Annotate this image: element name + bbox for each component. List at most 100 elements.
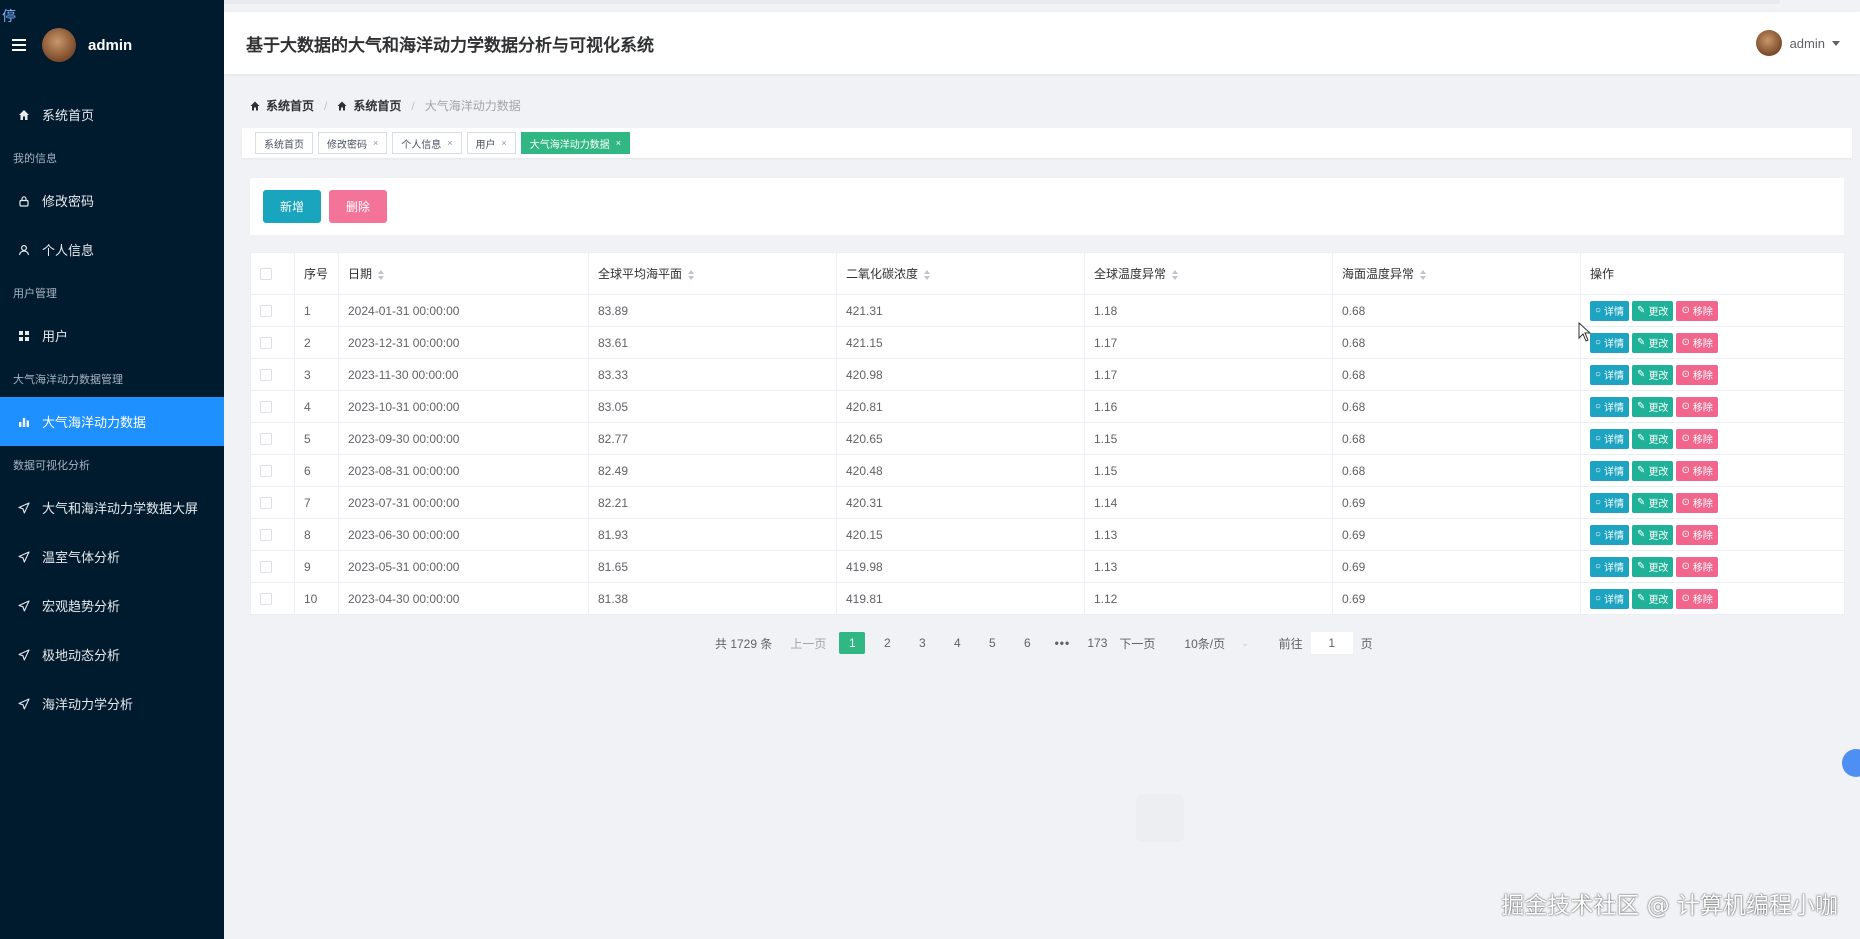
detail-button[interactable]: ○ 详情 [1590,588,1630,609]
page-number[interactable]: 1 [839,632,866,654]
prev-page-button[interactable]: 上一页 [790,635,826,652]
row-select-cell[interactable] [250,326,295,359]
sidebar-item-ocean-data[interactable]: 大气海洋动力数据 [0,397,224,446]
sidebar-item-change-password[interactable]: 修改密码 [0,176,224,225]
column-header-co2[interactable]: 二氧化碳浓度 [836,252,1085,295]
delete-button[interactable]: 删除 [329,190,387,223]
remove-button[interactable]: ⊙ 移除 [1676,364,1718,385]
pagination-ellipsis[interactable]: ••• [1049,636,1075,650]
sidebar-item-home[interactable]: 系统首页 [0,90,224,139]
row-checkbox[interactable] [260,369,272,382]
page-number[interactable]: 6 [1014,632,1040,654]
sort-icon[interactable] [688,269,695,280]
breadcrumb-item-home[interactable]: 系统首页 [250,97,314,114]
page-last[interactable]: 173 [1084,632,1110,654]
detail-button[interactable]: ○ 详情 [1590,492,1630,513]
sidebar-item-dashboard[interactable]: 大气和海洋动力学数据大屏 [0,483,224,532]
edit-button[interactable]: ✎ 更改 [1632,364,1674,385]
sort-icon[interactable] [924,269,931,280]
sidebar-item-users[interactable]: 用户 [0,311,224,360]
column-header-date[interactable]: 日期 [338,252,589,295]
tag-item[interactable]: 用户 × [466,132,516,154]
detail-button[interactable]: ○ 详情 [1590,396,1630,417]
row-select-cell[interactable] [250,518,295,551]
row-select-cell[interactable] [250,390,295,423]
page-number[interactable]: 5 [979,632,1005,654]
edit-button[interactable]: ✎ 更改 [1632,428,1674,449]
remove-button[interactable]: ⊙ 移除 [1676,300,1718,321]
row-checkbox[interactable] [260,561,272,574]
edit-button[interactable]: ✎ 更改 [1632,556,1674,577]
detail-button[interactable]: ○ 详情 [1590,332,1630,353]
row-select-cell[interactable] [250,294,295,327]
close-icon[interactable]: × [616,138,621,148]
select-all-checkbox[interactable] [260,268,272,281]
sidebar-item-profile[interactable]: 个人信息 [0,225,224,274]
row-checkbox[interactable] [260,305,272,318]
select-all-cell[interactable] [250,252,295,295]
tag-item[interactable]: 大气海洋动力数据 × [520,132,631,154]
page-number[interactable]: 2 [874,632,900,654]
tag-item[interactable]: 修改密码 × [318,132,388,154]
row-select-cell[interactable] [250,582,295,615]
remove-button[interactable]: ⊙ 移除 [1676,460,1718,481]
add-button[interactable]: 新增 [263,190,321,223]
page-number[interactable]: 4 [944,632,970,654]
remove-button[interactable]: ⊙ 移除 [1676,428,1718,449]
row-checkbox[interactable] [260,593,272,606]
edit-button[interactable]: ✎ 更改 [1632,460,1674,481]
sort-icon[interactable] [378,269,385,280]
edit-button[interactable]: ✎ 更改 [1632,396,1674,417]
sidebar-item-greenhouse[interactable]: 温室气体分析 [0,532,224,581]
sidebar-item-macro-trend[interactable]: 宏观趋势分析 [0,581,224,630]
row-select-cell[interactable] [250,454,295,487]
row-checkbox[interactable] [260,401,272,414]
column-header-temp-anomaly[interactable]: 全球温度异常 [1084,252,1333,295]
close-icon[interactable]: × [373,138,378,148]
breadcrumb-item-home-2[interactable]: 系统首页 [337,97,401,114]
detail-button[interactable]: ○ 详情 [1590,556,1630,577]
remove-button[interactable]: ⊙ 移除 [1676,588,1718,609]
column-header-sea-level[interactable]: 全球平均海平面 [588,252,837,295]
sort-icon[interactable] [1172,269,1179,280]
detail-button[interactable]: ○ 详情 [1590,300,1630,321]
sort-icon[interactable] [1420,269,1427,280]
remove-button[interactable]: ⊙ 移除 [1676,332,1718,353]
close-icon[interactable]: × [447,138,452,148]
floating-handle[interactable] [1842,749,1860,777]
next-page-button[interactable]: 下一页 [1119,635,1155,652]
row-checkbox[interactable] [260,465,272,478]
close-icon[interactable]: × [502,138,507,148]
detail-button[interactable]: ○ 详情 [1590,524,1630,545]
tag-item[interactable]: 系统首页 [255,132,313,154]
sidebar-item-ocean-dynamics[interactable]: 海洋动力学分析 [0,679,224,728]
sidebar-item-polar[interactable]: 极地动态分析 [0,630,224,679]
user-dropdown[interactable]: admin [1755,30,1840,56]
detail-button[interactable]: ○ 详情 [1590,460,1630,481]
remove-button[interactable]: ⊙ 移除 [1676,396,1718,417]
goto-page-input[interactable] [1310,632,1353,654]
hamburger-menu-icon[interactable] [12,39,26,51]
edit-button[interactable]: ✎ 更改 [1632,332,1674,353]
row-checkbox[interactable] [260,497,272,510]
tag-item[interactable]: 个人信息 × [392,132,462,154]
remove-button[interactable]: ⊙ 移除 [1676,556,1718,577]
remove-button[interactable]: ⊙ 移除 [1676,492,1718,513]
row-checkbox[interactable] [260,529,272,542]
column-header-sst-anomaly[interactable]: 海面温度异常 [1332,252,1581,295]
edit-button[interactable]: ✎ 更改 [1632,588,1674,609]
row-checkbox[interactable] [260,433,272,446]
edit-button[interactable]: ✎ 更改 [1632,300,1674,321]
edit-button[interactable]: ✎ 更改 [1632,524,1674,545]
remove-button[interactable]: ⊙ 移除 [1676,524,1718,545]
detail-button[interactable]: ○ 详情 [1590,428,1630,449]
row-select-cell[interactable] [250,486,295,519]
page-size-select[interactable]: 10条/页 ⌄ [1184,635,1248,652]
row-select-cell[interactable] [250,550,295,583]
detail-button[interactable]: ○ 详情 [1590,364,1630,385]
row-checkbox[interactable] [260,337,272,350]
page-number[interactable]: 3 [909,632,935,654]
row-select-cell[interactable] [250,358,295,391]
row-select-cell[interactable] [250,422,295,455]
edit-button[interactable]: ✎ 更改 [1632,492,1674,513]
